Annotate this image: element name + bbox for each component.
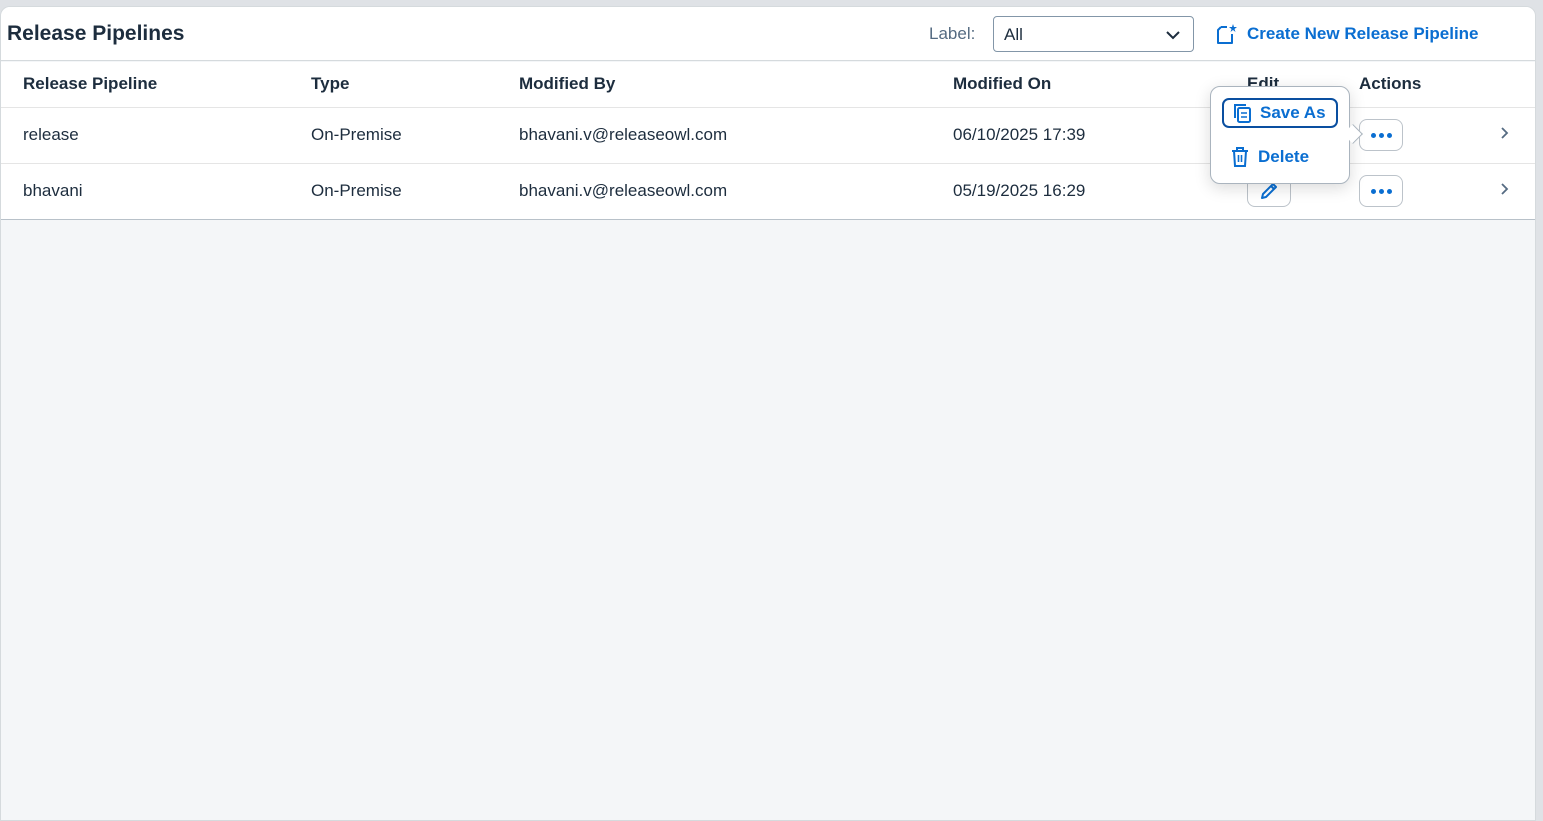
chevron-down-icon [1166,31,1180,40]
create-new-release-pipeline-button[interactable]: Create New Release Pipeline [1215,20,1479,48]
delete-label: Delete [1258,147,1310,166]
more-dots-icon [1370,132,1392,138]
more-actions-button[interactable] [1359,175,1403,207]
navigation-cell[interactable] [1499,163,1535,220]
more-actions-button[interactable] [1359,119,1403,151]
column-header-navigation [1499,62,1535,108]
column-header-modified-on[interactable]: Modified On [953,62,1247,108]
pipeline-name-cell: release [1,107,311,164]
delete-menu-item[interactable]: Delete [1222,142,1317,172]
modified-by-cell: bhavani.v@releaseowl.com [519,163,953,220]
label-filter-value: All [1004,25,1023,44]
column-header-type[interactable]: Type [311,62,519,108]
create-document-icon [1217,24,1237,44]
release-pipelines-panel: Release Pipelines Label: All Create New … [0,6,1536,821]
modified-on-cell: 05/19/2025 16:29 [953,163,1247,220]
pipeline-name-cell: bhavani [1,163,311,220]
actions-popover-menu: Save As Delete [1210,86,1363,184]
modified-by-cell: bhavani.v@releaseowl.com [519,107,953,164]
actions-cell [1359,163,1499,220]
column-header-modified-by[interactable]: Modified By [519,62,953,108]
toolbar: Release Pipelines Label: All Create New … [1,7,1535,61]
trash-icon [1232,147,1248,167]
page-title: Release Pipelines [7,22,185,45]
modified-on-cell: 06/10/2025 17:39 [953,107,1247,164]
chevron-right-icon [1501,183,1509,195]
create-new-release-pipeline-label: Create New Release Pipeline [1247,24,1479,43]
copy-icon [1234,104,1251,123]
label-filter-select[interactable]: All [993,16,1194,52]
save-as-menu-item[interactable]: Save As [1222,98,1338,128]
column-header-actions: Actions [1359,62,1499,108]
pipeline-type-cell: On-Premise [311,107,519,164]
column-header-release-pipeline[interactable]: Release Pipeline [1,62,311,108]
pipeline-type-cell: On-Premise [311,163,519,220]
navigation-cell[interactable] [1499,107,1535,164]
actions-cell [1359,107,1499,164]
more-dots-icon [1370,188,1392,194]
label-filter-caption: Label: [929,24,976,43]
save-as-label: Save As [1260,103,1326,122]
chevron-right-icon [1501,127,1509,139]
